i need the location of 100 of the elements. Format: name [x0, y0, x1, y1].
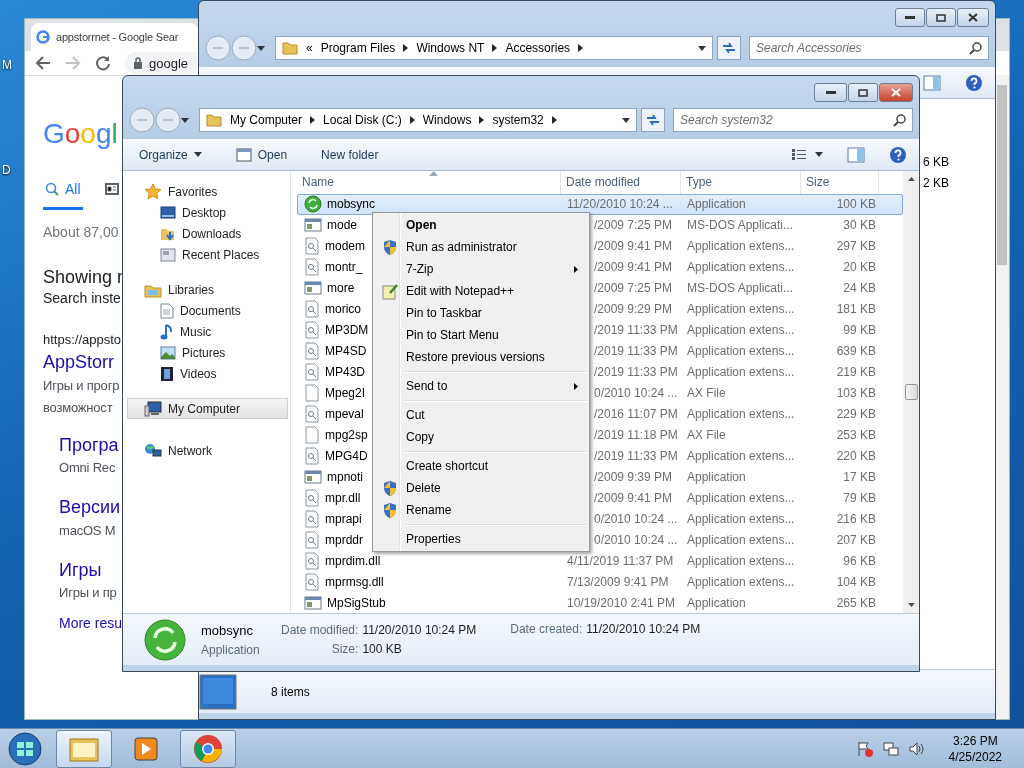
history-caret-icon[interactable]	[257, 45, 265, 51]
file-row[interactable]: mobsync 11/20/2010 10:24 ... Application 100 KB	[297, 193, 903, 215]
nav-item[interactable]: Pictures	[127, 342, 288, 363]
menu-item[interactable]: Cut	[374, 404, 588, 426]
search-field[interactable]: Search Accessories	[749, 36, 989, 60]
column-header[interactable]: Name	[297, 171, 561, 194]
menu-item[interactable]: Delete	[374, 477, 588, 499]
date-cell-text: /2009 9:39 PM	[593, 468, 674, 486]
breadcrumb[interactable]: Windows NT	[416, 41, 485, 55]
recent-places-icon	[160, 246, 176, 263]
file-name: modem	[325, 239, 365, 254]
nav-item[interactable]: Favorites	[127, 181, 288, 202]
nav-item[interactable]: Libraries	[127, 279, 288, 300]
taskbar-button[interactable]	[56, 729, 112, 768]
column-header[interactable]: Type	[681, 171, 801, 194]
type-cell-text: Application extens...	[686, 405, 796, 423]
search-field[interactable]: Search system32	[673, 108, 913, 132]
breadcrumb[interactable]: Windows	[422, 113, 472, 127]
maximize-button[interactable]	[848, 83, 878, 102]
search-icon[interactable]	[969, 41, 982, 55]
breadcrumb[interactable]: Accessories	[505, 41, 571, 55]
minimize-button[interactable]	[814, 83, 847, 102]
toolbar-button[interactable]: Organize	[135, 145, 206, 164]
menu-item[interactable]: Create shortcut	[374, 455, 588, 477]
menu-item[interactable]: Properties	[374, 528, 588, 550]
flag-icon[interactable]	[856, 740, 873, 757]
type-cell-text: Application extens...	[686, 322, 796, 340]
nav-item[interactable]: Documents	[127, 300, 288, 321]
result-snippet: возможност	[43, 398, 113, 417]
toolbar-button[interactable]: New folder	[317, 145, 383, 164]
breadcrumb[interactable]: system32	[492, 113, 544, 127]
nav-item[interactable]: Recent Places	[127, 244, 288, 265]
column-header[interactable]: Date modified	[561, 171, 681, 194]
breadcrumb[interactable]: Program Files	[320, 41, 396, 55]
type-cell-text: Application extens...	[686, 259, 796, 277]
minimize-button[interactable]	[895, 8, 925, 27]
browser-tab[interactable]: appstorrnet - Google Sear	[31, 23, 198, 51]
reload-icon[interactable]	[95, 55, 111, 71]
address-bar[interactable]: My Computer Local Disk (C:) Windows system32	[199, 108, 637, 132]
column-header[interactable]: Size	[801, 171, 879, 194]
history-caret-icon[interactable]	[181, 117, 189, 123]
nav-item[interactable]: My Computer	[127, 398, 288, 419]
toolbar-button[interactable]: Open	[231, 144, 292, 165]
type-cell-text: MS-DOS Applicati...	[686, 217, 795, 235]
menu-item[interactable]: Pin to Start Menu	[374, 324, 588, 346]
size-cell-text: 253 KB	[835, 426, 877, 444]
refresh-icon[interactable]	[645, 113, 661, 127]
search-tab[interactable]: All	[43, 170, 83, 210]
address-bar[interactable]: google	[125, 52, 197, 74]
address-bar[interactable]: « Program Files Windows NT Accessories	[275, 36, 713, 60]
menu-item[interactable]: Edit with Notepad++	[374, 280, 588, 302]
refresh-icon[interactable]	[721, 41, 737, 55]
menu-item[interactable]: Rename	[374, 499, 588, 521]
breadcrumb[interactable]: My Computer	[230, 113, 303, 127]
menu-item[interactable]: Send to	[374, 375, 588, 397]
search-icon[interactable]	[893, 113, 906, 127]
refresh-button[interactable]	[717, 36, 741, 60]
network-icon[interactable]	[882, 740, 899, 757]
dll-file-icon	[304, 509, 320, 528]
help-icon[interactable]	[965, 73, 983, 92]
back-icon[interactable]	[35, 55, 51, 71]
file-name: mobsync	[201, 622, 255, 638]
breadcrumb[interactable]: Local Disk (C:)	[323, 113, 402, 127]
views-icon[interactable]	[791, 147, 807, 162]
scroll-thumb[interactable]	[904, 384, 918, 400]
menu-item[interactable]: Restore previous versions	[374, 346, 588, 368]
taskbar-button[interactable]	[180, 729, 236, 768]
file-type: Application	[201, 642, 261, 657]
desktop-icon-label[interactable]: D	[2, 163, 11, 177]
menu-item[interactable]: Open	[374, 214, 588, 236]
folder-icon	[282, 40, 298, 56]
menu-item[interactable]: 7-Zip	[374, 258, 588, 280]
refresh-button[interactable]	[641, 108, 665, 132]
nav-item[interactable]: Downloads	[127, 223, 288, 244]
desktop-icon-label[interactable]: M	[2, 58, 12, 72]
menu-item[interactable]: Copy	[374, 426, 588, 448]
nav-item[interactable]: Desktop	[127, 202, 288, 223]
menu-item[interactable]: Run as administrator	[374, 236, 588, 258]
more-results-link[interactable]: More resu	[59, 614, 123, 633]
size-cell-text: 17 KB	[842, 468, 877, 486]
nav-item[interactable]: Videos	[127, 363, 288, 384]
nav-item[interactable]: Network	[127, 440, 288, 461]
sort-arrow-icon	[428, 171, 438, 176]
sitelink[interactable]: Игры	[59, 557, 102, 583]
maximize-button[interactable]	[926, 8, 956, 27]
spelling-heading: Showing r	[43, 266, 124, 289]
type-cell-text: Application extens...	[686, 573, 796, 591]
scroll-up-icon	[907, 177, 915, 181]
file-name: mode	[327, 218, 358, 233]
sitelink[interactable]: Версии	[59, 495, 121, 520]
file-name: mprmsg.dll	[325, 574, 384, 589]
speaker-icon[interactable]	[908, 740, 925, 757]
close-button[interactable]	[957, 8, 989, 27]
clock[interactable]: 3:26 PM 4/25/2022	[948, 732, 1002, 765]
help-icon[interactable]	[889, 145, 907, 164]
menu-item[interactable]: Pin to Taskbar	[374, 302, 588, 324]
nav-item[interactable]: Music	[127, 321, 288, 342]
close-button[interactable]	[879, 83, 913, 102]
result-title-link[interactable]: AppStorr	[43, 350, 115, 375]
sitelink[interactable]: Програ	[59, 432, 119, 458]
